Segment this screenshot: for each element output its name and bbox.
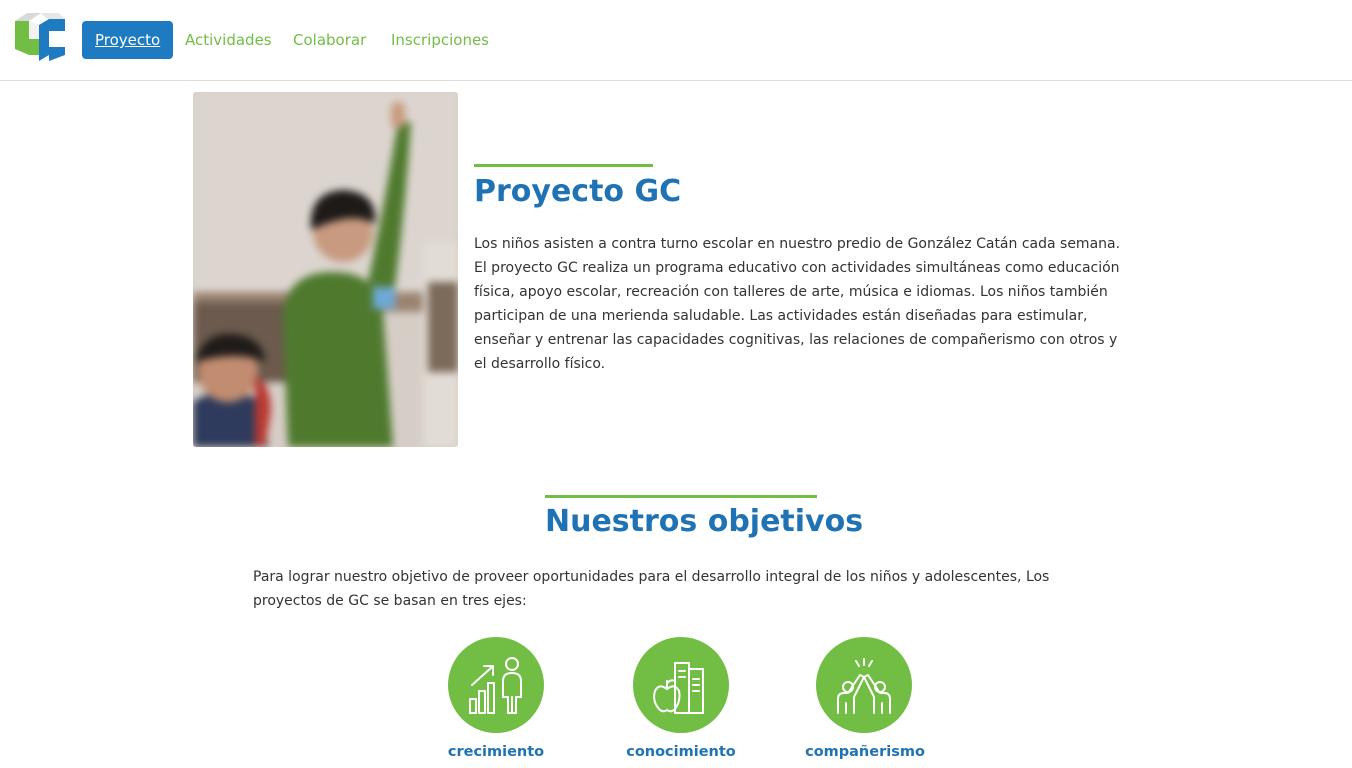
objectives-title-accent [545, 495, 817, 498]
high-five-icon [816, 637, 912, 733]
project-description: Los niños asisten a contra turno escolar… [474, 236, 1121, 372]
nav-link-inscripciones[interactable]: Inscripciones [391, 21, 489, 59]
apple-books-icon [633, 637, 729, 733]
navbar: Proyecto Actividades Colaborar Inscripci… [0, 0, 1352, 81]
axis-label-companerismo: compañerismo [805, 744, 925, 760]
objectives-intro: Para lograr nuestro objetivo de proveer … [253, 569, 1050, 609]
nav-link-colaborar[interactable]: Colaborar [293, 21, 366, 59]
objectives-title: Nuestros objetivos [545, 504, 864, 539]
nav-link-actividades[interactable]: Actividades [185, 21, 272, 59]
growth-chart-person-icon [448, 637, 544, 733]
gc-logo[interactable] [13, 9, 67, 63]
axis-label-conocimiento: conocimiento [626, 744, 736, 760]
project-title: Proyecto GC [474, 174, 682, 209]
axis-label-crecimiento: crecimiento [447, 744, 545, 760]
project-title-accent [474, 164, 653, 167]
nav-link-proyecto[interactable]: Proyecto [82, 21, 174, 59]
project-photo [193, 92, 458, 447]
